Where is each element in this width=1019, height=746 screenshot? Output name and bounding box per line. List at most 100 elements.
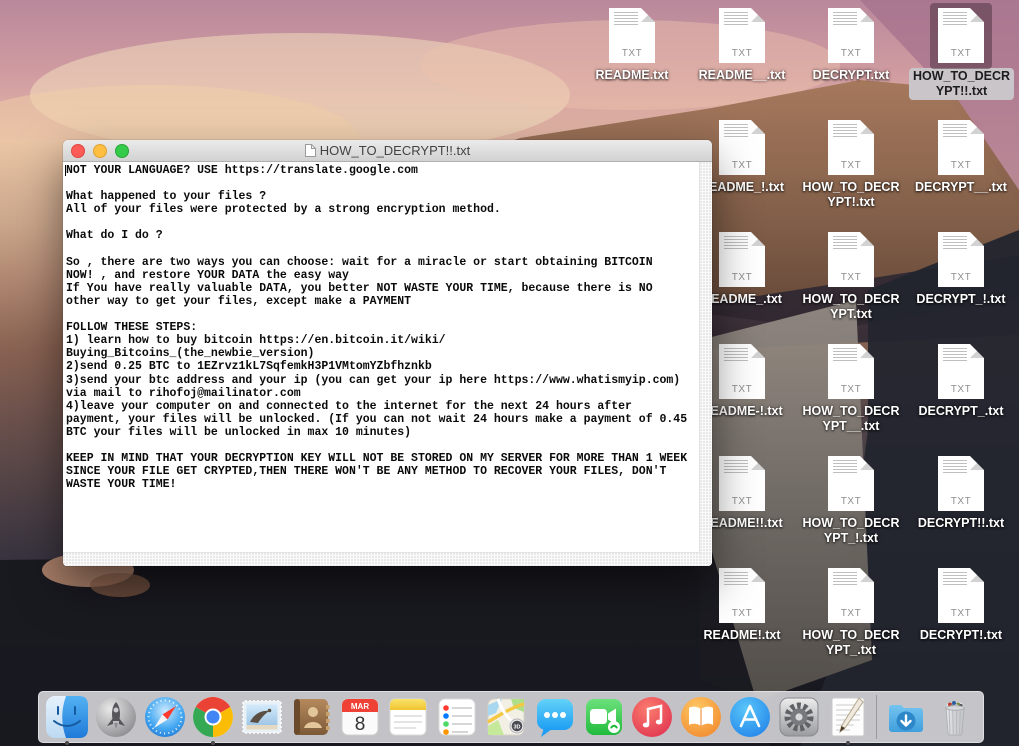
- maps-icon: 3D: [484, 695, 528, 739]
- desktop-icon-how-to-decrypt-txt[interactable]: TXTHOW_TO_DECRYPT_!.txt: [799, 456, 903, 546]
- page-text-lines: [833, 348, 857, 362]
- document-icon: [305, 144, 316, 157]
- dock-item-notes[interactable]: [386, 695, 430, 739]
- itunes-music-note-icon: [630, 695, 674, 739]
- dock-item-app-store[interactable]: [728, 695, 772, 739]
- page-text-lines: [833, 124, 857, 138]
- desktop-icon-decrypt-txt[interactable]: TXT DECRYPT__.txt: [909, 120, 1013, 195]
- txt-file-icon: TXT: [828, 120, 874, 175]
- page-fold: [860, 232, 874, 246]
- icon-label: DECRYPT_!.txt: [916, 292, 1005, 307]
- trash-full-icon: [933, 695, 977, 739]
- txt-badge: TXT: [828, 608, 874, 619]
- icon-label: DECRYPT_.txt: [919, 404, 1004, 419]
- dock-divider: [876, 695, 877, 739]
- reminders-icon: [435, 695, 479, 739]
- page-fold: [970, 456, 984, 470]
- page-text-lines: [943, 348, 967, 362]
- page-text-lines: [724, 348, 748, 362]
- desktop-icon-decrypt-txt[interactable]: TXT DECRYPT_.txt: [909, 344, 1013, 419]
- icon-label: DECRYPT__.txt: [915, 180, 1007, 195]
- dock-item-finder[interactable]: [45, 695, 89, 739]
- txt-badge: TXT: [609, 48, 655, 59]
- ibooks-open-book-icon: [679, 695, 723, 739]
- desktop-icon-decrypt-txt[interactable]: TXTDECRYPT!!.txt: [909, 456, 1013, 531]
- page-fold: [751, 568, 765, 582]
- txt-badge: TXT: [938, 272, 984, 283]
- page-text-lines: [724, 572, 748, 586]
- desktop-icon-how-to-decrypt-txt[interactable]: TXTHOW_TO_DECRYPT!!.txt: [909, 8, 1013, 100]
- desktop-icon-how-to-decrypt-txt[interactable]: TXT HOW_TO_DECRYPT_.txt: [799, 568, 903, 658]
- document-text[interactable]: NOT YOUR LANGUAGE? USE https://translate…: [63, 162, 700, 491]
- dock-item-chrome[interactable]: [191, 695, 235, 739]
- dock-item-itunes[interactable]: [630, 695, 674, 739]
- dock-item-launchpad[interactable]: [94, 695, 138, 739]
- txt-badge: TXT: [938, 160, 984, 171]
- txt-file-icon: TXT: [719, 568, 765, 623]
- desktop-icon-readme-txt[interactable]: TXTREADME__.txt: [690, 8, 794, 83]
- txt-file-icon: TXT: [609, 8, 655, 63]
- dock-item-mail[interactable]: [240, 695, 284, 739]
- txt-file-icon: TXT: [828, 568, 874, 623]
- txt-file-icon: TXT: [938, 120, 984, 175]
- page-fold: [751, 232, 765, 246]
- desktop-icon-decrypt-txt[interactable]: TXTDECRYPT.txt: [799, 8, 903, 83]
- notes-icon: [386, 695, 430, 739]
- running-indicator-dot: [65, 741, 69, 745]
- dock-item-calendar[interactable]: MAR 8: [338, 695, 382, 739]
- dock-item-trash[interactable]: [933, 695, 977, 739]
- page-fold: [970, 568, 984, 582]
- txt-badge: TXT: [719, 48, 765, 59]
- desktop-icon-how-to-decrypt-txt[interactable]: TXTHOW_TO_DECRYPT.txt: [799, 232, 903, 322]
- txt-file-icon: TXT: [719, 8, 765, 63]
- dock-item-safari[interactable]: [143, 695, 187, 739]
- desktop-icon-readme-txt[interactable]: TXTREADME.txt: [580, 8, 684, 83]
- txt-file-icon: TXT: [719, 232, 765, 287]
- icon-label: HOW_TO_DECRYPT_.txt: [802, 628, 899, 658]
- dock-item-system-preferences[interactable]: [777, 695, 821, 739]
- vertical-scrollbar[interactable]: [699, 162, 712, 553]
- page-text-lines: [833, 572, 857, 586]
- facetime-camera-icon: [582, 695, 626, 739]
- dock-item-reminders[interactable]: [435, 695, 479, 739]
- txt-file-icon: TXT: [938, 568, 984, 623]
- dock-item-ibooks[interactable]: [679, 695, 723, 739]
- desktop-icon-how-to-decrypt-txt[interactable]: TXTHOW_TO_DECRYPT!.txt: [799, 120, 903, 210]
- txt-badge: TXT: [938, 496, 984, 507]
- dock-item-contacts[interactable]: [289, 695, 333, 739]
- page-fold: [751, 8, 765, 22]
- mail-stamp-icon: [240, 695, 284, 739]
- txt-file-icon: TXT: [938, 344, 984, 399]
- page-fold: [860, 344, 874, 358]
- dock-item-textedit[interactable]: [826, 695, 870, 739]
- txt-badge: TXT: [719, 608, 765, 619]
- app-store-icon: [728, 695, 772, 739]
- page-text-lines: [943, 572, 967, 586]
- icon-label: HOW_TO_DECRYPT_!.txt: [802, 516, 899, 546]
- icon-label: README!!.txt: [701, 516, 782, 531]
- txt-badge: TXT: [828, 48, 874, 59]
- page-text-lines: [943, 124, 967, 138]
- desktop-icon-readme-txt[interactable]: TXTREADME!.txt: [690, 568, 794, 643]
- window-titlebar[interactable]: HOW_TO_DECRYPT!!.txt: [63, 140, 712, 162]
- dock-item-facetime[interactable]: [582, 695, 626, 739]
- textedit-window: HOW_TO_DECRYPT!!.txt NOT YOUR LANGUAGE? …: [63, 140, 712, 566]
- txt-file-icon: TXT: [719, 456, 765, 511]
- txt-file-icon: TXT: [719, 120, 765, 175]
- desktop-icon-how-to-decrypt-txt[interactable]: TXTHOW_TO_DECRYPT__.txt: [799, 344, 903, 434]
- desktop-icon-decrypt-txt[interactable]: TXTDECRYPT!.txt: [909, 568, 1013, 643]
- icon-label: README_!.txt: [700, 180, 784, 195]
- page-fold: [751, 344, 765, 358]
- launchpad-rocket-icon: [94, 695, 138, 739]
- page-fold: [751, 456, 765, 470]
- dock-item-maps[interactable]: 3D: [484, 695, 528, 739]
- txt-badge: TXT: [828, 384, 874, 395]
- dock-item-messages[interactable]: [533, 695, 577, 739]
- icon-label: HOW_TO_DECRYPT!!.txt: [909, 68, 1014, 100]
- desktop-icon-decrypt-txt[interactable]: TXT DECRYPT_!.txt: [909, 232, 1013, 307]
- page-fold: [970, 232, 984, 246]
- document-text-area[interactable]: NOT YOUR LANGUAGE? USE https://translate…: [63, 162, 700, 553]
- horizontal-scrollbar[interactable]: [63, 552, 700, 566]
- dock-item-downloads[interactable]: [884, 695, 928, 739]
- textedit-paper-pen-icon: [826, 695, 870, 739]
